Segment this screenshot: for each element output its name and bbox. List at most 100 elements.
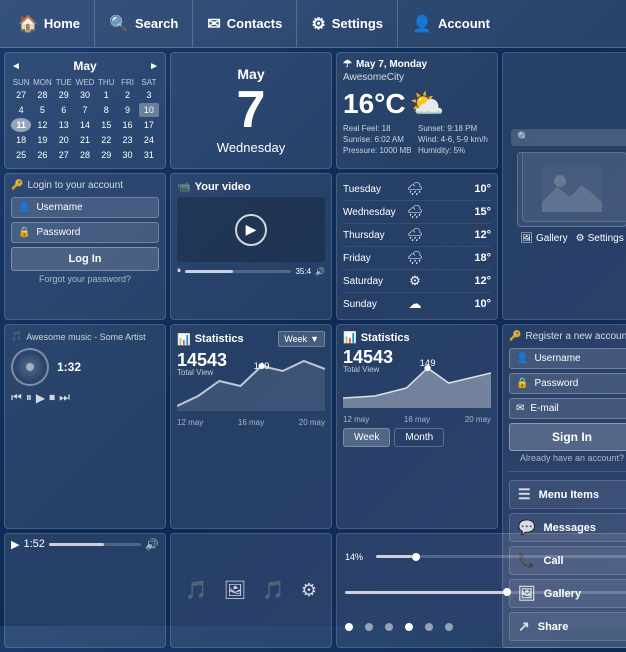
cal-prev-btn[interactable]: ◄ [11, 61, 21, 72]
calendar-day-18[interactable]: 15 [96, 118, 116, 132]
bigdate-day: 7 [237, 84, 266, 136]
icon-note[interactable]: 🎵 [262, 580, 284, 601]
calendar-day-5[interactable]: 2 [117, 88, 137, 102]
nav-home[interactable]: 🏠 Home [4, 0, 95, 47]
search-icon: 🔍 [109, 14, 129, 34]
calendar-day-3[interactable]: 30 [75, 88, 95, 102]
player-progress-bar[interactable] [49, 543, 141, 546]
calendar-day-31[interactable]: 28 [75, 148, 95, 162]
dot-1[interactable] [365, 623, 373, 631]
slider-pct-track[interactable] [376, 555, 626, 558]
calendar-day-6[interactable]: 3 [139, 88, 159, 102]
cal-next-btn[interactable]: ► [149, 61, 159, 72]
music-panel: 🎵 Awesome music - Some Artist 1:32 ⏮ ⏸ ▶… [4, 324, 166, 529]
stats2-month-btn[interactable]: Month [394, 428, 444, 447]
calendar-day-25[interactable]: 22 [96, 133, 116, 147]
calendar-day-29[interactable]: 26 [32, 148, 52, 162]
calendar-day-34[interactable]: 31 [139, 148, 159, 162]
icon-music[interactable]: 🎵 [185, 580, 207, 601]
next-btn[interactable]: ⏭ [59, 390, 70, 405]
nav-contacts-label: Contacts [227, 16, 283, 31]
calendar-day-23[interactable]: 20 [54, 133, 74, 147]
icon-gear[interactable]: ⚙ [301, 580, 317, 601]
stats2-panel: 📊 Statistics 14543 Total View 149 12 may… [336, 324, 498, 529]
forecast-sunday: Sunday ☁ 10° [343, 293, 491, 315]
calendar-day-16[interactable]: 13 [54, 118, 74, 132]
calendar-day-0[interactable]: 27 [11, 88, 31, 102]
nav-contacts[interactable]: ✉ Contacts [193, 0, 297, 47]
calendar-day-33[interactable]: 30 [117, 148, 137, 162]
stats1-dropdown-icon: ▼ [310, 334, 319, 344]
calendar-panel: ◄ May ► SUN MON TUE WED THU FRI SAT 2728… [4, 52, 166, 169]
calendar-day-19[interactable]: 16 [117, 118, 137, 132]
calendar-day-4[interactable]: 1 [96, 88, 116, 102]
player-volume-icon[interactable]: 🔊 [145, 538, 159, 551]
already-account-link[interactable]: Already have an account? [509, 453, 626, 463]
stats2-week-btn[interactable]: Week [343, 428, 390, 447]
calendar-day-30[interactable]: 27 [54, 148, 74, 162]
calendar-day-27[interactable]: 24 [139, 133, 159, 147]
prev-btn[interactable]: ⏮ [11, 390, 22, 405]
video-progress-bar[interactable] [185, 270, 291, 273]
stats2-total-label: Total View [343, 366, 393, 374]
calendar-day-22[interactable]: 19 [32, 133, 52, 147]
volume-icon[interactable]: 🔊 [315, 267, 325, 276]
lock-icon: 🔒 [18, 227, 30, 238]
stats2-chart: 14543 Total View 149 [343, 348, 491, 413]
play-button[interactable]: ▶ [235, 214, 267, 246]
calendar-day-21[interactable]: 18 [11, 133, 31, 147]
slider-track2[interactable] [345, 591, 626, 594]
stats1-total-label: Total View [177, 369, 227, 377]
login-button[interactable]: Log In [11, 247, 159, 271]
signin-button[interactable]: Sign In [509, 423, 626, 451]
calendar-day-28[interactable]: 25 [11, 148, 31, 162]
stats1-week-btn[interactable]: Week ▼ [278, 331, 325, 347]
calendar-day-17[interactable]: 14 [75, 118, 95, 132]
register-email-field[interactable]: ✉ E-mail [509, 398, 626, 419]
nav-settings[interactable]: ⚙ Settings [297, 0, 398, 47]
calendar-day-12[interactable]: 9 [117, 103, 137, 117]
register-username-field[interactable]: 👤 Username [509, 348, 626, 369]
calendar-day-9[interactable]: 6 [54, 103, 74, 117]
play-btn[interactable]: ▶ [36, 391, 45, 405]
dot-5[interactable] [445, 623, 453, 631]
pause-btn[interactable]: ⏸ [26, 390, 32, 405]
dot-4[interactable] [425, 623, 433, 631]
username-field[interactable]: 👤 Username [11, 197, 159, 218]
dot-0[interactable] [345, 623, 353, 631]
calendar-day-11[interactable]: 8 [96, 103, 116, 117]
nav-search[interactable]: 🔍 Search [95, 0, 193, 47]
dot-3[interactable] [405, 623, 413, 631]
calendar-day-8[interactable]: 5 [32, 103, 52, 117]
calendar-day-24[interactable]: 21 [75, 133, 95, 147]
player-bar-row1: ▶ 1:52 🔊 [11, 538, 159, 551]
register-lock-icon: 🔒 [516, 378, 528, 389]
day-wed: WED [75, 77, 95, 88]
calendar-day-2[interactable]: 29 [54, 88, 74, 102]
calendar-day-32[interactable]: 29 [96, 148, 116, 162]
weather-sunset: Sunset: 9:18 PM [418, 124, 491, 133]
calendar-day-14[interactable]: 11 [11, 118, 31, 132]
calendar-day-15[interactable]: 12 [32, 118, 52, 132]
forgot-password-link[interactable]: Forgot your password? [11, 274, 159, 284]
pause-icon[interactable]: ⏸ [177, 266, 181, 276]
calendar-day-7[interactable]: 4 [11, 103, 31, 117]
weather-wind: Wind: 4-6, 5-9 km/h [418, 135, 491, 144]
menu-item-menu[interactable]: ☰ Menu Items [509, 480, 626, 509]
nav-account[interactable]: 👤 Account [398, 0, 504, 47]
slider-panel: 14% [336, 533, 626, 649]
music-note-icon: 🎵 [11, 331, 22, 342]
calendar-day-1[interactable]: 28 [32, 88, 52, 102]
register-password-field[interactable]: 🔒 Password [509, 373, 626, 394]
photo-settings-btn[interactable]: ⚙ Settings [576, 233, 624, 244]
calendar-day-13[interactable]: 10 [139, 103, 159, 117]
stop-btn[interactable]: ⏹ [49, 390, 55, 405]
icon-image[interactable]: 🖼 [223, 580, 246, 601]
calendar-day-20[interactable]: 17 [139, 118, 159, 132]
calendar-day-26[interactable]: 23 [117, 133, 137, 147]
calendar-day-10[interactable]: 7 [75, 103, 95, 117]
play-small-icon[interactable]: ▶ [11, 538, 19, 551]
gallery-btn[interactable]: 🖼 Gallery [520, 233, 567, 244]
password-field[interactable]: 🔒 Password [11, 222, 159, 243]
dot-2[interactable] [385, 623, 393, 631]
